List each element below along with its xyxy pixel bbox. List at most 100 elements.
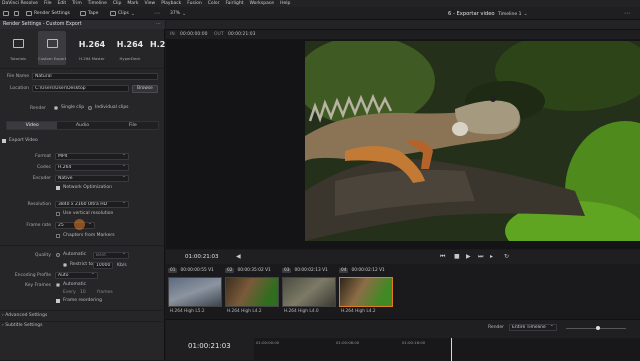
- menu-edit[interactable]: Edit: [57, 1, 66, 6]
- menu-fusion[interactable]: Fusion: [187, 1, 201, 6]
- speaker-icon[interactable]: ◀: [236, 254, 241, 260]
- format-label: Format: [35, 154, 51, 159]
- vertical-resolution-checkbox[interactable]: [56, 212, 60, 216]
- quality-best-select[interactable]: Best: [93, 252, 129, 259]
- encoder-select[interactable]: Native: [55, 175, 129, 182]
- viewer-options-icon[interactable]: ⋯: [624, 9, 630, 18]
- menu-timeline[interactable]: Timeline: [88, 1, 107, 6]
- menu-view[interactable]: View: [145, 1, 156, 6]
- timeline-select[interactable]: Timeline 1 ⌄: [498, 11, 528, 17]
- restrict-to-label: Restrict to: [70, 262, 94, 267]
- zoom-slider-handle[interactable]: [596, 326, 600, 330]
- menu-workspace[interactable]: Workspace: [249, 1, 274, 6]
- tab-audio[interactable]: Audio: [57, 122, 107, 129]
- clip-thumbnail[interactable]: [225, 277, 279, 307]
- clip-label: H.264 High L4.2: [341, 309, 376, 314]
- chapters-checkbox[interactable]: [56, 234, 60, 238]
- menu-color[interactable]: Color: [208, 1, 220, 6]
- advanced-settings-toggle[interactable]: › Advanced Settings: [2, 313, 47, 318]
- panel-title: Render Settings - Custom Export: [3, 22, 82, 27]
- key-frames-automatic-radio[interactable]: [56, 283, 60, 287]
- more-options-icon[interactable]: ⋯: [154, 9, 160, 18]
- out-timecode: 00:00:21:03: [228, 32, 256, 37]
- in-timecode: 00:00:00:00: [180, 32, 208, 37]
- file-name-input[interactable]: Natural: [32, 73, 158, 80]
- encoder-label: Encoder: [32, 176, 51, 181]
- tab-video[interactable]: Video: [7, 122, 58, 129]
- clip-header: 02 00:00:35:02 V1: [225, 268, 271, 273]
- clip-thumbnail-selected[interactable]: [339, 277, 393, 307]
- restrict-to-radio[interactable]: [63, 263, 67, 267]
- location-input[interactable]: C:\Users\User\Desktop: [32, 85, 129, 92]
- ruler-tick-label: 01:00:08:00: [336, 340, 360, 345]
- ruler-tick-label: 01:00:16:00: [402, 340, 426, 345]
- clips-button[interactable]: Clips ⌄: [110, 9, 135, 18]
- chevron-right-icon: ›: [2, 323, 4, 328]
- resolution-select[interactable]: 3840 x 2160 Ultra HD: [55, 201, 129, 208]
- clip-header: 03 00:00:02:13 V1: [282, 268, 328, 273]
- timeline-ruler[interactable]: [254, 338, 640, 361]
- playhead[interactable]: [451, 338, 452, 361]
- resolution-label: Resolution: [27, 202, 51, 207]
- menu-clip[interactable]: Clip: [113, 1, 122, 6]
- viewer-timecode: 01:00:21:03: [185, 254, 219, 260]
- divider: [0, 321, 165, 322]
- viewer-header: [166, 20, 640, 30]
- frame-rate-label: Frame rate: [26, 223, 51, 228]
- jump-end-icon[interactable]: ⏭: [478, 254, 483, 260]
- location-label: Location: [9, 86, 29, 91]
- subtitle-settings-toggle[interactable]: › Subtitle Settings: [2, 323, 43, 328]
- frame-reordering-label: Frame reordering: [63, 298, 102, 303]
- effects-icon[interactable]: [14, 9, 19, 18]
- tape-icon: [80, 11, 86, 16]
- preset-tutorials[interactable]: Tutorials: [4, 31, 32, 65]
- tab-file[interactable]: File: [108, 122, 158, 129]
- frame-reordering-checkbox[interactable]: [56, 299, 60, 303]
- export-video-checkbox[interactable]: [2, 139, 6, 143]
- individual-clips-radio[interactable]: [88, 106, 92, 110]
- quality-automatic-radio[interactable]: [56, 253, 60, 257]
- iguana-image-svg: [305, 41, 640, 241]
- render-settings-button[interactable]: Render Settings: [26, 9, 70, 18]
- iguana-preview-image: [305, 41, 640, 241]
- menu-mark[interactable]: Mark: [127, 1, 138, 6]
- transport-bar: 01:00:21:03 ◀ ⏮ ■ ▶ ⏭ ▸ ↻: [166, 250, 640, 264]
- single-clip-radio[interactable]: [54, 106, 58, 110]
- jump-start-icon[interactable]: ⏮: [440, 254, 445, 260]
- vertical-resolution-label: Use vertical resolution: [63, 211, 114, 216]
- preset-h264-master[interactable]: H.264 H.264 Master: [72, 31, 112, 65]
- tape-button[interactable]: Tape: [80, 9, 98, 18]
- menu-playback[interactable]: Playback: [161, 1, 181, 6]
- preset-h265[interactable]: H.26: [150, 31, 165, 65]
- menu-app[interactable]: DaVinci Resolve: [2, 1, 38, 6]
- next-clip-icon[interactable]: ▸: [490, 254, 493, 260]
- loop-icon[interactable]: ↻: [504, 254, 509, 260]
- clip-thumbnail[interactable]: [282, 277, 336, 307]
- media-pool-icon[interactable]: [3, 9, 9, 18]
- panel-header: Render Settings - Custom Export ⋯: [0, 20, 165, 29]
- stop-icon[interactable]: ■: [454, 254, 460, 260]
- format-select[interactable]: MP4: [55, 153, 129, 160]
- preset-custom-export[interactable]: Custom Export: [38, 31, 66, 65]
- timeline-bar: Render Entire Timeline 01:00:21:03 01:00…: [166, 319, 640, 361]
- encoding-profile-select[interactable]: Auto: [55, 272, 98, 279]
- render-mode-select[interactable]: Entire Timeline: [509, 324, 557, 331]
- zoom-select[interactable]: 37% ⌄: [170, 9, 186, 18]
- menu-fairlight[interactable]: Fairlight: [225, 1, 243, 6]
- menu-trim[interactable]: Trim: [72, 1, 82, 6]
- divider: [0, 68, 165, 69]
- in-label: IN: [170, 32, 175, 37]
- clip-thumbnail[interactable]: [168, 277, 222, 307]
- video-viewer[interactable]: [166, 39, 640, 249]
- panel-options-icon[interactable]: ⋯: [156, 21, 161, 27]
- menu-help[interactable]: Help: [280, 1, 290, 6]
- codec-select[interactable]: H.264: [55, 164, 129, 171]
- menu-file[interactable]: File: [44, 1, 52, 6]
- key-frames-every-input[interactable]: 10: [80, 290, 86, 295]
- network-optimization-checkbox[interactable]: [56, 186, 60, 190]
- browse-button[interactable]: Browse: [132, 85, 158, 93]
- preset-hyperdeck[interactable]: H.264 HyperDeck: [112, 31, 148, 65]
- play-icon[interactable]: ▶: [466, 254, 471, 260]
- bitrate-input[interactable]: 10000: [93, 262, 113, 269]
- ruler-tick-label: 01:00:00:00: [256, 340, 280, 345]
